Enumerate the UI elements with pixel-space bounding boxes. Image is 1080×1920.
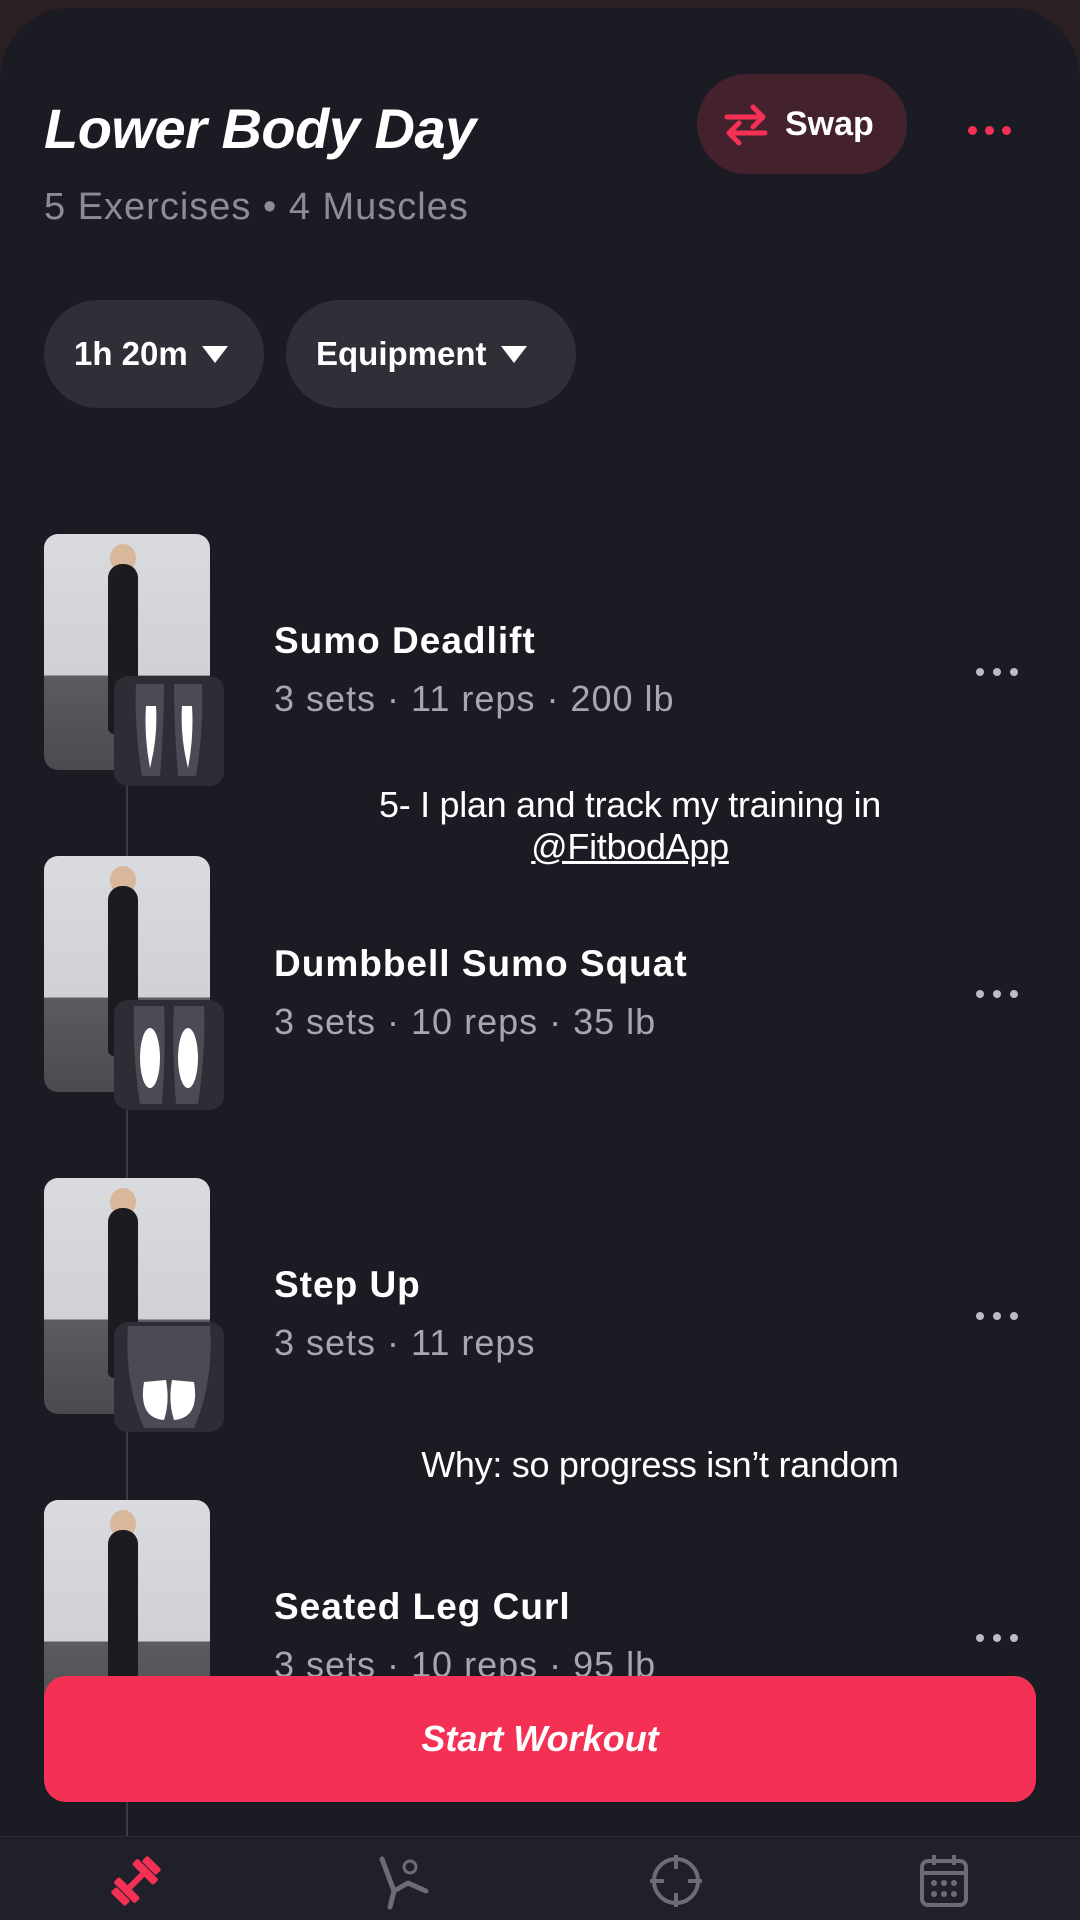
exercise-name: Sumo Deadlift xyxy=(274,620,536,661)
chevron-down-icon xyxy=(201,345,228,363)
overlay-caption: 5- I plan and track my training in @Fitb… xyxy=(250,784,1010,868)
more-options-icon[interactable] xyxy=(968,110,1024,150)
dumbbell-icon[interactable] xyxy=(106,1851,166,1911)
exercise-more-icon[interactable] xyxy=(976,662,1026,682)
quads-icon xyxy=(114,1000,224,1110)
exercise-more-icon[interactable] xyxy=(976,1628,1026,1648)
exercise-name: Dumbbell Sumo Squat xyxy=(274,943,688,984)
body-icon[interactable] xyxy=(374,1851,434,1911)
hamstrings-icon xyxy=(114,676,224,786)
swap-button[interactable]: Swap xyxy=(697,74,907,174)
exercise-more-icon[interactable] xyxy=(976,1306,1026,1326)
equipment-filter-label: Equipment xyxy=(316,335,487,372)
bottom-nav xyxy=(0,1836,1080,1920)
duration-filter-label: 1h 20m xyxy=(74,335,188,372)
start-workout-button[interactable]: Start Workout xyxy=(44,1676,1036,1802)
caption-line: 5- I plan and track my training in xyxy=(378,784,882,825)
page-subtitle: 5 Exercises • 4 Muscles xyxy=(44,186,469,228)
duration-filter[interactable]: 1h 20m xyxy=(44,300,264,408)
exercise-more-icon[interactable] xyxy=(976,984,1026,1004)
overlay-caption-why: Why: so progress isn’t random xyxy=(421,1444,899,1485)
exercise-name: Step Up xyxy=(274,1264,421,1305)
exercise-meta: 3 sets · 10 reps · 35 lb xyxy=(274,1001,657,1042)
chevron-down-icon xyxy=(500,345,527,363)
page-title: Lower Body Day xyxy=(44,97,476,160)
workout-screen: Lower Body Day 5 Exercises • 4 Muscles S… xyxy=(0,8,1080,1920)
exercise-meta: 3 sets · 11 reps xyxy=(274,1322,536,1363)
swap-button-label: Swap xyxy=(785,104,874,143)
caption-handle: @FitbodApp xyxy=(531,826,729,867)
equipment-filter[interactable]: Equipment xyxy=(286,300,576,408)
calendar-icon[interactable] xyxy=(914,1851,974,1911)
target-icon[interactable] xyxy=(646,1851,706,1911)
swap-icon xyxy=(724,104,768,146)
exercise-name: Seated Leg Curl xyxy=(274,1586,571,1627)
glutes-icon xyxy=(114,1322,224,1432)
exercise-meta: 3 sets · 11 reps · 200 lb xyxy=(274,678,675,719)
